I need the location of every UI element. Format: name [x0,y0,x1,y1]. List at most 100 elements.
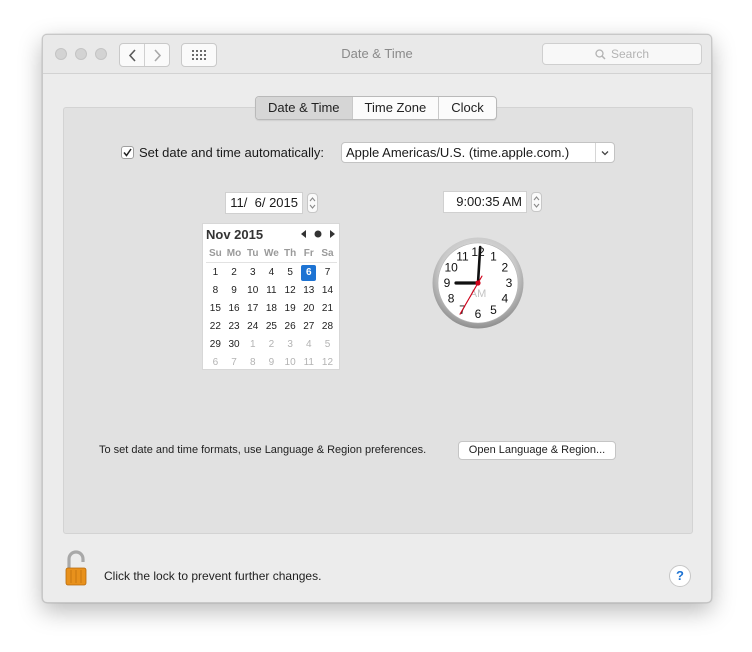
calendar-day[interactable]: 8 [243,354,262,372]
time-server-select[interactable]: Apple Americas/U.S. (time.apple.com.) [341,142,615,163]
calendar-day[interactable]: 8 [206,282,225,300]
today-dot-icon[interactable] [314,230,322,238]
calendar-day-number: 24 [247,321,259,332]
month-calendar: Nov 2015 Su Mo Tu We Th Fr Sa 1 2 3 4 5 6 7 8 9 10 11 12 1… [202,223,340,370]
auto-time-checkbox[interactable] [121,146,134,159]
calendar-day[interactable]: 18 [262,300,281,318]
date-field[interactable]: 11/ 6/ 2015 [225,192,303,214]
clock-numeral: 6 [475,307,482,321]
calendar-day[interactable]: 30 [225,336,244,354]
calendar-day[interactable]: 27 [299,318,318,336]
calendar-day-number: 23 [228,321,240,332]
help-button[interactable]: ? [669,565,691,587]
clock-numeral: 9 [444,276,451,290]
calendar-day[interactable]: 23 [225,318,244,336]
time-field[interactable]: 9:00:35 AM [443,191,527,213]
calendar-day-number: 11 [266,285,277,296]
calendar-day-number: 19 [284,303,296,314]
calendar-day[interactable]: 15 [206,300,225,318]
calendar-day[interactable]: 7 [318,264,337,282]
previous-month-icon[interactable] [301,230,307,238]
tab-time-zone[interactable]: Time Zone [351,97,439,119]
calendar-day[interactable]: 7 [225,354,244,372]
calendar-day[interactable]: 13 [299,282,318,300]
calendar-day[interactable]: 29 [206,336,225,354]
calendar-day[interactable]: 9 [262,354,281,372]
calendar-week-row: 1 2 3 4 5 6 7 [206,264,337,282]
calendar-day-number: 9 [268,357,275,368]
calendar-day-number: 25 [265,321,277,332]
calendar-day-number: 2 [231,267,237,278]
select-arrow [595,143,614,162]
auto-time-row: Set date and time automatically: [121,145,324,160]
calendar-day[interactable]: 11 [299,354,318,372]
calendar-day-number: 29 [209,339,221,350]
calendar-day-number: 1 [249,339,256,350]
calendar-day[interactable]: 25 [262,318,281,336]
calendar-day[interactable]: 1 [243,336,262,354]
auto-time-label: Set date and time automatically: [139,145,324,160]
calendar-day[interactable]: 22 [206,318,225,336]
clock-numeral: 8 [448,292,455,306]
time-stepper[interactable] [531,192,542,212]
calendar-day[interactable]: 4 [299,336,318,354]
calendar-day-number: 28 [321,321,334,332]
next-month-icon[interactable] [329,230,335,238]
tab-date-time[interactable]: Date & Time [256,97,352,119]
calendar-day-number: 8 [249,357,256,368]
calendar-day-number: 20 [303,303,315,314]
calendar-day[interactable]: 16 [225,300,244,318]
calendar-week-row: 8 9 10 11 12 13 14 [206,282,337,300]
calendar-day-number: 26 [284,321,296,332]
calendar-day[interactable]: 26 [281,318,300,336]
calendar-day-number: 22 [209,321,221,332]
calendar-day[interactable]: 17 [243,300,262,318]
calendar-day[interactable]: 6 [206,354,225,372]
calendar-day-number: 3 [287,339,293,350]
calendar-day-number: 15 [209,303,221,314]
calendar-day[interactable]: 21 [318,300,337,318]
calendar-day-number: 12 [321,357,334,368]
calendar-day-number: 5 [287,267,293,278]
calendar-day[interactable]: 1 [206,264,225,282]
calendar-day[interactable]: 14 [318,282,337,300]
tab-clock[interactable]: Clock [438,97,496,119]
weekday-label: Th [283,248,297,259]
calendar-day[interactable]: 3 [243,264,262,282]
calendar-day-number: 13 [303,285,315,296]
calendar-day[interactable]: 24 [243,318,262,336]
date-stepper[interactable] [307,193,318,213]
calendar-day[interactable]: 11 [262,282,281,300]
calendar-day[interactable]: 20 [299,300,318,318]
clock-numeral: 1 [490,249,497,263]
weekday-label: Mo [226,248,242,259]
calendar-day-number: 4 [268,267,275,278]
calendar-day[interactable]: 4 [262,264,281,282]
calendar-day[interactable]: 5 [281,264,300,282]
open-language-region-button[interactable]: Open Language & Region... [458,441,616,460]
calendar-day[interactable]: 3 [281,336,300,354]
search-icon [595,48,606,60]
search-input[interactable]: Search [542,43,702,65]
calendar-day[interactable]: 28 [318,318,337,336]
calendar-day-number: 21 [321,303,334,314]
clock-numeral: 4 [502,292,509,306]
calendar-day[interactable]: 9 [225,282,244,300]
calendar-day-selected[interactable]: 6 [299,264,318,282]
clock-numeral: 11 [456,249,469,263]
calendar-day[interactable]: 12 [281,282,300,300]
clock-numeral: 12 [471,245,485,259]
calendar-day-number: 18 [265,303,277,314]
calendar-day[interactable]: 10 [243,282,262,300]
calendar-day[interactable]: 10 [281,354,300,372]
unlocked-padlock-icon[interactable] [63,550,95,588]
calendar-day[interactable]: 2 [262,336,281,354]
calendar-day-number: 5 [324,339,331,350]
calendar-day-number: 6 [212,357,219,368]
calendar-day[interactable]: 19 [281,300,300,318]
calendar-day[interactable]: 5 [318,336,337,354]
calendar-navigation [301,230,335,238]
calendar-day[interactable]: 12 [318,354,337,372]
calendar-day[interactable]: 2 [225,264,244,282]
clock-numeral: 5 [490,303,497,317]
